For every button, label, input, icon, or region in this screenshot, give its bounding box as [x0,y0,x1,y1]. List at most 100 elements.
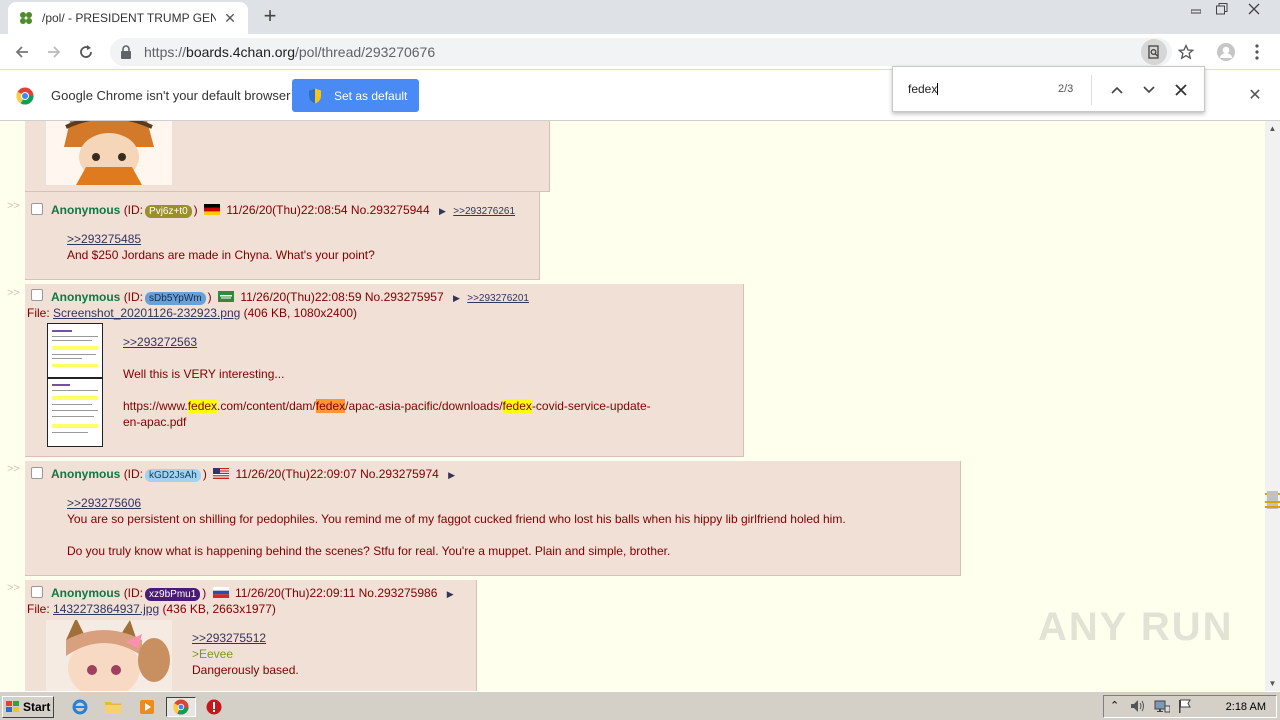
post-info: Anonymous (ID: sDb5YpWm) 11/26/20(Thu)22:… [51,290,529,305]
windows-taskbar: Start ⌃ 2:18 AM [0,691,1280,720]
forward-icon[interactable] [42,40,66,64]
file-info: File: Screenshot_20201126-232923.png (40… [27,306,358,320]
reload-icon[interactable] [74,40,98,64]
poster-id[interactable]: sDb5YpWm [145,292,206,305]
post-menu-icon[interactable]: ▶ [439,206,446,216]
url-text: https://boards.4chan.org/pol/thread/2932… [144,44,436,60]
file-meta: (406 KB, 1080x2400) [243,306,358,320]
file-link[interactable]: Screenshot_20201126-232923.png [53,306,240,320]
side-arrows: >> [7,287,20,299]
set-as-default-label: Set as default [334,88,408,103]
flag-icon [213,468,230,479]
post-checkbox[interactable] [31,467,43,479]
file-explorer-icon[interactable] [103,697,123,717]
backlink[interactable]: >>293276261 [453,206,515,217]
quote-link[interactable]: >>293275606 [67,495,947,511]
tab-close-icon[interactable]: ✕ [222,10,238,26]
start-label: Start [23,700,51,714]
post-url-tail: en-apac.pdf [123,415,187,429]
action-center-flag-icon[interactable] [1178,699,1192,716]
new-tab-icon[interactable]: + [258,5,282,29]
chrome-logo-icon [16,87,34,105]
lock-icon[interactable] [120,45,134,59]
post-text: Do you truly know what is happening behi… [67,544,671,558]
media-player-icon[interactable] [137,697,157,717]
chevron-down-icon[interactable] [1138,79,1160,101]
browser-toolbar: https://boards.4chan.org/pol/thread/2932… [0,34,1280,70]
post-menu-icon[interactable]: ▶ [453,293,460,303]
previous-post [25,121,550,192]
window-close-icon[interactable] [1240,0,1268,18]
uac-shield-icon [308,88,322,104]
quote-link[interactable]: >>293275512 [192,630,299,646]
windows-logo-icon [6,701,20,713]
flag-icon [217,291,234,302]
taskbar-clock[interactable]: 2:18 AM [1226,701,1266,713]
post-thumbnail[interactable] [46,121,172,185]
find-bar: fedex 2/3 [892,66,1205,112]
post-thumbnail[interactable] [47,323,103,447]
set-as-default-button[interactable]: Set as default [292,79,419,112]
find-highlight: fedex [502,399,532,413]
file-link[interactable]: 1432273864937.jpg [53,602,159,616]
post-checkbox[interactable] [31,586,43,598]
poster-id[interactable]: kGD2JsAh [145,469,201,482]
tray-expand-icon[interactable]: ⌃ [1110,699,1119,712]
backlink[interactable]: >>293276201 [467,293,529,304]
quote-link[interactable]: >>293275485 [67,231,375,247]
poster-name: Anonymous [51,586,121,600]
post-thumbnail[interactable] [46,620,172,691]
poster-id[interactable]: xz9bPmu1 [145,588,201,601]
post-number[interactable]: No.293275944 [351,203,430,217]
post-menu-icon[interactable]: ▶ [447,589,454,599]
post-body: >>293275512 >Eevee Dangerously based. [192,630,299,678]
find-in-page-icon[interactable] [1141,39,1167,65]
post-info: Anonymous (ID: xz9bPmu1) 11/26/20(Thu)22:… [51,586,454,601]
post-number[interactable]: No.293275957 [365,290,444,304]
post-number[interactable]: No.293275974 [360,467,439,481]
chevron-up-icon[interactable] [1106,79,1128,101]
poster-name: Anonymous [51,203,121,217]
poster-id[interactable]: Pvj6z+t0 [145,205,192,218]
post-text: And $250 Jordans are made in Chyna. What… [67,248,375,262]
find-input[interactable]: fedex [908,82,939,96]
poster-name: Anonymous [51,467,121,481]
minimize-icon[interactable] [1182,0,1210,18]
post-datetime: 11/26/20(Thu)22:09:07 [235,467,357,481]
bookmark-star-icon[interactable] [1173,39,1199,65]
profile-avatar-icon[interactable] [1213,39,1239,65]
scroll-up-icon[interactable]: ▲ [1265,121,1280,136]
post-url-text: https://www.fedex.com/content/dam/fedex/… [123,399,651,413]
volume-icon[interactable] [1130,699,1146,716]
post-number[interactable]: No.293275986 [359,586,438,600]
back-icon[interactable] [10,40,34,64]
file-info: File: 1432273864937.jpg (436 KB, 2663x19… [27,602,276,616]
stop-sign-icon[interactable] [204,697,224,717]
find-highlight-active: fedex [315,399,346,413]
post-checkbox[interactable] [31,289,43,301]
flag-icon [212,587,229,598]
post-menu-icon[interactable]: ▶ [448,470,455,480]
menu-dots-icon[interactable] [1244,39,1270,65]
post-body: >>293275606 You are so persistent on shi… [67,495,947,559]
internet-explorer-icon[interactable] [70,697,90,717]
infobar-close-icon[interactable]: ✕ [1246,87,1264,105]
post: Anonymous (ID: kGD2JsAh) 11/26/20(Thu)22:… [25,461,961,576]
quote-link[interactable]: >>293272563 [123,334,723,350]
chrome-taskbar-icon[interactable] [166,697,196,717]
post-text: Dangerously based. [192,663,299,677]
browser-tab[interactable]: /pol/ - PRESIDENT TRUMP GENERAL ✕ [8,2,248,34]
page-scrollbar[interactable]: ▲ ▼ [1265,121,1280,691]
network-icon[interactable] [1154,699,1171,716]
scroll-down-icon[interactable]: ▼ [1265,676,1280,691]
find-close-icon[interactable] [1170,79,1192,101]
tab-strip: /pol/ - PRESIDENT TRUMP GENERAL ✕ + [0,0,1280,34]
post-body: >>293272563 Well this is VERY interestin… [123,334,723,430]
find-separator [1091,75,1092,105]
start-button[interactable]: Start [2,696,54,718]
post-checkbox[interactable] [31,203,43,215]
address-bar[interactable]: https://boards.4chan.org/pol/thread/2932… [110,38,1172,66]
restore-icon[interactable] [1208,0,1236,18]
thread-page: >> Anonymous (ID: Pvj6z+t0) 11/26/20(Thu)… [0,121,1265,691]
post: Anonymous (ID: sDb5YpWm) 11/26/20(Thu)22:… [25,284,744,457]
